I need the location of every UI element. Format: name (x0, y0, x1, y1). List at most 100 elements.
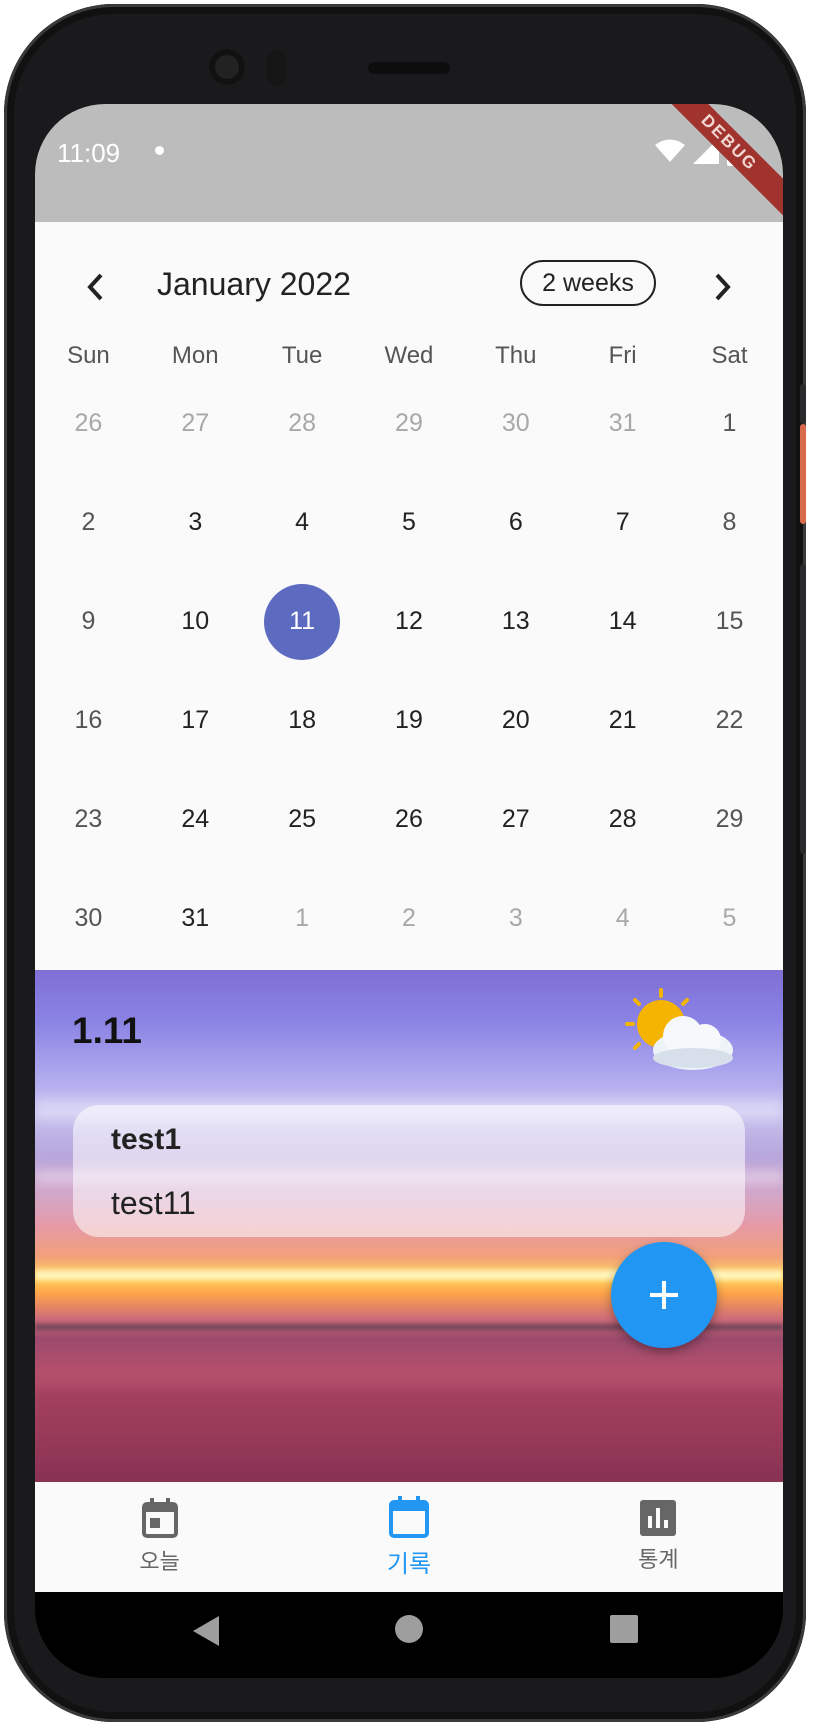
day-number: 1 (722, 409, 737, 437)
calendar-day[interactable]: 22 (676, 671, 783, 770)
calendar-day[interactable]: 21 (569, 671, 676, 770)
diary-entry-card[interactable]: test1 test11 (73, 1105, 745, 1237)
nav-item-today[interactable]: 오늘 (35, 1482, 284, 1592)
calendar-day[interactable]: 4 (569, 869, 676, 968)
calendar-day[interactable]: 27 (462, 770, 569, 869)
previous-month-button[interactable] (71, 262, 121, 312)
day-number: 31 (608, 409, 637, 437)
calendar-day[interactable]: 8 (676, 473, 783, 572)
day-number: 8 (722, 508, 737, 536)
calendar-day[interactable]: 28 (249, 374, 356, 473)
calendar-day[interactable]: 17 (142, 671, 249, 770)
nav-item-records[interactable]: 기록 (284, 1482, 533, 1592)
back-icon[interactable] (191, 1614, 221, 1648)
notification-dot-icon (155, 146, 164, 155)
calendar-day[interactable]: 1 (676, 374, 783, 473)
calendar-day[interactable]: 4 (249, 473, 356, 572)
calendar-day[interactable]: 14 (569, 572, 676, 671)
next-month-button[interactable] (697, 262, 747, 312)
calendar-day[interactable]: 10 (142, 572, 249, 671)
system-navigation-bar (35, 1592, 783, 1678)
day-number: 4 (295, 508, 310, 536)
calendar-day[interactable]: 29 (676, 770, 783, 869)
calendar-day[interactable]: 20 (462, 671, 569, 770)
status-bar: 11:09 DEBUG (35, 104, 783, 230)
calendar-day[interactable]: 3 (462, 869, 569, 968)
recents-icon[interactable] (609, 1614, 639, 1644)
calendar-format-button[interactable]: 2 weeks (520, 260, 656, 306)
chevron-left-icon (87, 273, 103, 301)
power-button (800, 384, 806, 424)
calendar-day[interactable]: 25 (249, 770, 356, 869)
calendar-day[interactable]: 9 (35, 572, 142, 671)
calendar-day[interactable]: 18 (249, 671, 356, 770)
sunset-background: 1.11 test1 test11 (35, 970, 783, 1482)
day-number: 26 (74, 409, 103, 437)
calendar-day[interactable]: 2 (356, 869, 463, 968)
dow-mon: Mon (171, 342, 219, 369)
add-entry-button[interactable] (611, 1242, 717, 1348)
screen: 11:09 DEBUG January 2022 2 weeks Sun Mon… (35, 104, 783, 1678)
day-number: 3 (508, 904, 523, 932)
day-number: 9 (81, 607, 96, 635)
calendar-day[interactable]: 23 (35, 770, 142, 869)
calendar-day[interactable]: 31 (569, 374, 676, 473)
day-number: 29 (715, 805, 744, 833)
earpiece-speaker (368, 62, 450, 74)
day-number: 29 (395, 409, 423, 437)
calendar-day[interactable]: 6 (462, 473, 569, 572)
day-number: 20 (501, 706, 530, 734)
calendar-day[interactable]: 27 (142, 374, 249, 473)
week-row: 23 24 25 26 27 28 29 (35, 770, 783, 869)
day-number: 2 (81, 508, 96, 536)
home-icon[interactable] (394, 1614, 424, 1644)
dow-fri: Fri (608, 342, 637, 369)
calendar-day[interactable]: 26 (35, 374, 142, 473)
calendar-day[interactable]: 30 (462, 374, 569, 473)
calendar-day[interactable]: 15 (676, 572, 783, 671)
calendar-day[interactable]: 13 (462, 572, 569, 671)
day-number: 11 (264, 583, 341, 660)
calendar-day[interactable]: 7 (569, 473, 676, 572)
day-number: 14 (608, 607, 637, 635)
calendar-day[interactable]: 5 (356, 473, 463, 572)
plus-icon (650, 1281, 678, 1309)
calendar-day[interactable]: 26 (356, 770, 463, 869)
volume-button (800, 564, 806, 854)
calendar-day[interactable]: 24 (142, 770, 249, 869)
day-number: 30 (501, 409, 530, 437)
calendar-day[interactable]: 2 (35, 473, 142, 572)
dow-tue: Tue (281, 342, 323, 369)
dow-wed: Wed (384, 342, 434, 369)
day-number: 1 (295, 904, 310, 932)
day-number: 17 (181, 706, 210, 734)
calendar-day[interactable]: 1 (249, 869, 356, 968)
day-number: 15 (715, 607, 744, 635)
calendar-day[interactable]: 12 (356, 572, 463, 671)
calendar-day[interactable]: 30 (35, 869, 142, 968)
calendar-day[interactable]: 16 (35, 671, 142, 770)
sand-shadow (35, 1390, 783, 1482)
status-time: 11:09 (57, 138, 121, 168)
calendar-day[interactable]: 28 (569, 770, 676, 869)
calendar-day[interactable]: 31 (142, 869, 249, 968)
day-number: 24 (181, 805, 210, 833)
day-number: 7 (615, 508, 630, 536)
calendar: January 2022 2 weeks Sun Mon Tue Wed Thu… (35, 222, 783, 970)
wifi-icon (655, 139, 685, 162)
calendar-day-selected[interactable]: 11 (249, 572, 356, 671)
calendar-day[interactable]: 19 (356, 671, 463, 770)
calendar-day[interactable]: 29 (356, 374, 463, 473)
nav-label-stats: 통계 (638, 1548, 679, 1573)
day-number: 5 (722, 904, 737, 932)
day-number: 6 (508, 508, 523, 536)
nav-item-stats[interactable]: 통계 (534, 1482, 783, 1592)
phone-frame: 11:09 DEBUG January 2022 2 weeks Sun Mon… (4, 4, 806, 1722)
day-number: 10 (181, 607, 210, 635)
day-number: 2 (402, 904, 416, 932)
calendar-header: January 2022 2 weeks (35, 222, 783, 342)
debug-banner: DEBUG (642, 104, 783, 230)
calendar-day[interactable]: 5 (676, 869, 783, 968)
calendar-day[interactable]: 3 (142, 473, 249, 572)
partly-cloudy-icon (625, 988, 733, 1070)
